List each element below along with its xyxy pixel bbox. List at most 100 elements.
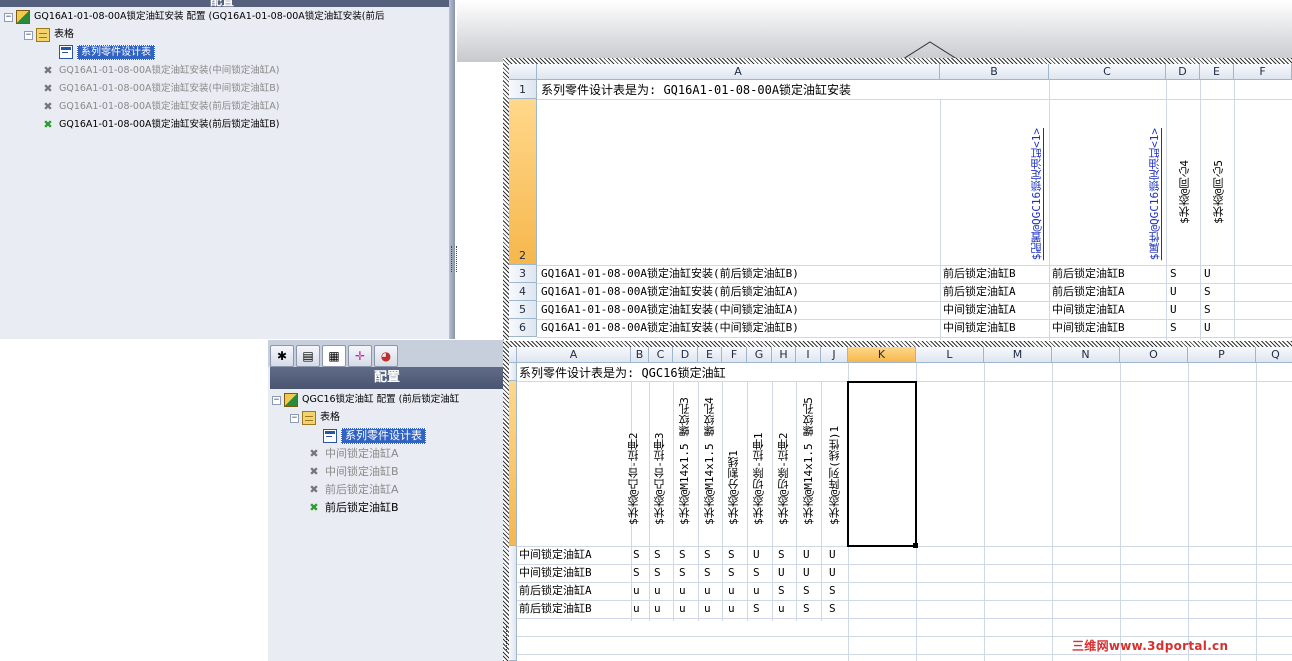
cell-C4[interactable]: S: [654, 564, 661, 582]
root-config-label[interactable]: GQ16A1-01-08-00A锁定油缸安装 配置 (GQ16A1-01-08-…: [34, 8, 385, 26]
cell-J5[interactable]: S: [829, 582, 836, 600]
cell-D6[interactable]: u: [679, 600, 686, 618]
cell-A3[interactable]: GQ16A1-01-08-00A锁定油缸安装(前后锁定油缸B): [541, 265, 799, 283]
cell-D6[interactable]: S: [1170, 319, 1177, 337]
row-header-6[interactable]: 6: [509, 319, 537, 337]
column-header-F[interactable]: F: [722, 347, 747, 363]
cell-J6[interactable]: S: [829, 600, 836, 618]
column-header-M[interactable]: M: [984, 347, 1052, 363]
cell-F6[interactable]: u: [728, 600, 735, 618]
config-item[interactable]: 中间锁定油缸A: [325, 445, 399, 463]
cell-B3[interactable]: S: [633, 546, 640, 564]
select-all-corner[interactable]: [509, 347, 517, 363]
column-header-F[interactable]: F: [1234, 64, 1292, 80]
root-config-label[interactable]: QGC16锁定油缸 配置 (前后锁定油缸: [302, 391, 459, 409]
cell-A1-title[interactable]: 系列零件设计表是为: GQ16A1-01-08-00A锁定油缸安装: [541, 81, 851, 99]
column-header-K[interactable]: K: [848, 347, 916, 363]
fill-handle[interactable]: [913, 543, 918, 548]
column-header-N[interactable]: N: [1052, 347, 1120, 363]
cell-F3[interactable]: S: [728, 546, 735, 564]
select-all-corner[interactable]: [509, 64, 537, 80]
cell-E6[interactable]: u: [704, 600, 711, 618]
column-header-G[interactable]: G: [747, 347, 772, 363]
row-header-2[interactable]: 2: [509, 99, 537, 265]
cell-A6[interactable]: 前后锁定油缸B: [519, 600, 592, 618]
cell-B2-header[interactable]: $配置@QGC16锁定油缸<1>: [1030, 128, 1043, 260]
cell-I4[interactable]: U: [803, 564, 810, 582]
top-design-table-sheet[interactable]: A B C D E F 1 2 3 4 5 6 系列零件设计表是为: GQ16A…: [509, 64, 1292, 340]
cell-B2-header[interactable]: $状态@凸台-拉伸2: [627, 399, 640, 526]
cell-A3[interactable]: 中间锁定油缸A: [519, 546, 592, 564]
row-header-strip[interactable]: [509, 546, 517, 661]
cell-B5[interactable]: 中间锁定油缸A: [943, 301, 1016, 319]
selected-cell-K2[interactable]: [847, 381, 917, 547]
config-item[interactable]: GQ16A1-01-08-00A锁定油缸安装(前后锁定油缸A): [59, 98, 279, 116]
collapse-toggle[interactable]: −: [290, 413, 299, 423]
column-header-B[interactable]: B: [940, 64, 1049, 80]
property-manager-icon[interactable]: ▤: [296, 345, 320, 367]
column-header-E[interactable]: E: [698, 347, 722, 363]
cell-D2-header[interactable]: $状态@同心4: [1178, 160, 1191, 224]
cell-B4[interactable]: S: [633, 564, 640, 582]
cell-D5[interactable]: u: [679, 582, 686, 600]
cell-A5[interactable]: 前后锁定油缸A: [519, 582, 592, 600]
cell-D2-header[interactable]: $状态@M14x1.5 螺纹孔3: [679, 377, 691, 525]
column-header-A[interactable]: A: [517, 347, 631, 363]
cell-B6[interactable]: u: [633, 600, 640, 618]
cell-D4[interactable]: S: [679, 564, 686, 582]
feature-tree-icon[interactable]: ✱: [270, 345, 294, 367]
cell-H5[interactable]: S: [778, 582, 785, 600]
cell-E3[interactable]: U: [1204, 265, 1211, 283]
tables-folder-label[interactable]: 表格: [54, 26, 74, 44]
column-header-J[interactable]: J: [821, 347, 848, 363]
cell-B5[interactable]: u: [633, 582, 640, 600]
collapse-toggle[interactable]: −: [24, 30, 33, 40]
row-header-3[interactable]: 3: [509, 265, 537, 283]
column-header-C[interactable]: C: [649, 347, 673, 363]
cell-C3[interactable]: S: [654, 546, 661, 564]
cell-D5[interactable]: U: [1170, 301, 1177, 319]
cell-F2-header[interactable]: $状态@分割线1: [727, 415, 740, 525]
cell-I6[interactable]: S: [803, 600, 810, 618]
cell-C5[interactable]: 中间锁定油缸A: [1052, 301, 1125, 319]
cell-C6[interactable]: u: [654, 600, 661, 618]
column-header-D[interactable]: D: [1166, 64, 1200, 80]
row-header-strip[interactable]: [509, 363, 517, 381]
cell-E4[interactable]: S: [704, 564, 711, 582]
row-header-5[interactable]: 5: [509, 301, 537, 319]
cell-G5[interactable]: u: [753, 582, 760, 600]
cell-A1-title[interactable]: 系列零件设计表是为: QGC16锁定油缸: [519, 364, 726, 382]
column-header-C[interactable]: C: [1049, 64, 1166, 80]
cell-G6[interactable]: S: [753, 600, 760, 618]
column-header-L[interactable]: L: [916, 347, 984, 363]
cell-C3[interactable]: 前后锁定油缸B: [1052, 265, 1125, 283]
design-table-item[interactable]: 系列零件设计表: [77, 44, 155, 60]
cell-C2-header[interactable]: $状态@凸台-拉伸3: [653, 399, 666, 526]
row-header-1[interactable]: 1: [509, 80, 537, 99]
column-header-Q[interactable]: Q: [1256, 347, 1292, 363]
cell-C6[interactable]: 中间锁定油缸B: [1052, 319, 1125, 337]
splitter-handle[interactable]: [451, 246, 457, 272]
bottom-design-table-sheet[interactable]: A B C D E F G H I J K L M N O P Q 系列零件设计…: [509, 347, 1292, 661]
cell-D4[interactable]: U: [1170, 283, 1177, 301]
cell-B6[interactable]: 中间锁定油缸B: [943, 319, 1016, 337]
cell-E6[interactable]: U: [1204, 319, 1211, 337]
cell-F4[interactable]: S: [728, 564, 735, 582]
config-item[interactable]: GQ16A1-01-08-00A锁定油缸安装(中间锁定油缸A): [59, 62, 279, 80]
cell-E5[interactable]: S: [1204, 301, 1211, 319]
cell-F5[interactable]: u: [728, 582, 735, 600]
collapse-toggle[interactable]: −: [272, 395, 281, 405]
cell-A6[interactable]: GQ16A1-01-08-00A锁定油缸安装(中间锁定油缸B): [541, 319, 799, 337]
cell-C4[interactable]: 前后锁定油缸A: [1052, 283, 1125, 301]
config-item[interactable]: 中间锁定油缸B: [325, 463, 399, 481]
column-header-A[interactable]: A: [537, 64, 940, 80]
cell-I2-header[interactable]: $状态@M14x1.5 螺纹孔5: [803, 377, 815, 525]
cell-E2-header[interactable]: $状态@M14x1.5 螺纹孔4: [704, 377, 716, 525]
cell-A5[interactable]: GQ16A1-01-08-00A锁定油缸安装(中间锁定油缸A): [541, 301, 799, 319]
cell-H4[interactable]: U: [778, 564, 785, 582]
cell-I5[interactable]: S: [803, 582, 810, 600]
cell-J4[interactable]: U: [829, 564, 836, 582]
cell-D3[interactable]: S: [679, 546, 686, 564]
collapse-toggle[interactable]: −: [4, 12, 13, 22]
row-header-4[interactable]: 4: [509, 283, 537, 301]
